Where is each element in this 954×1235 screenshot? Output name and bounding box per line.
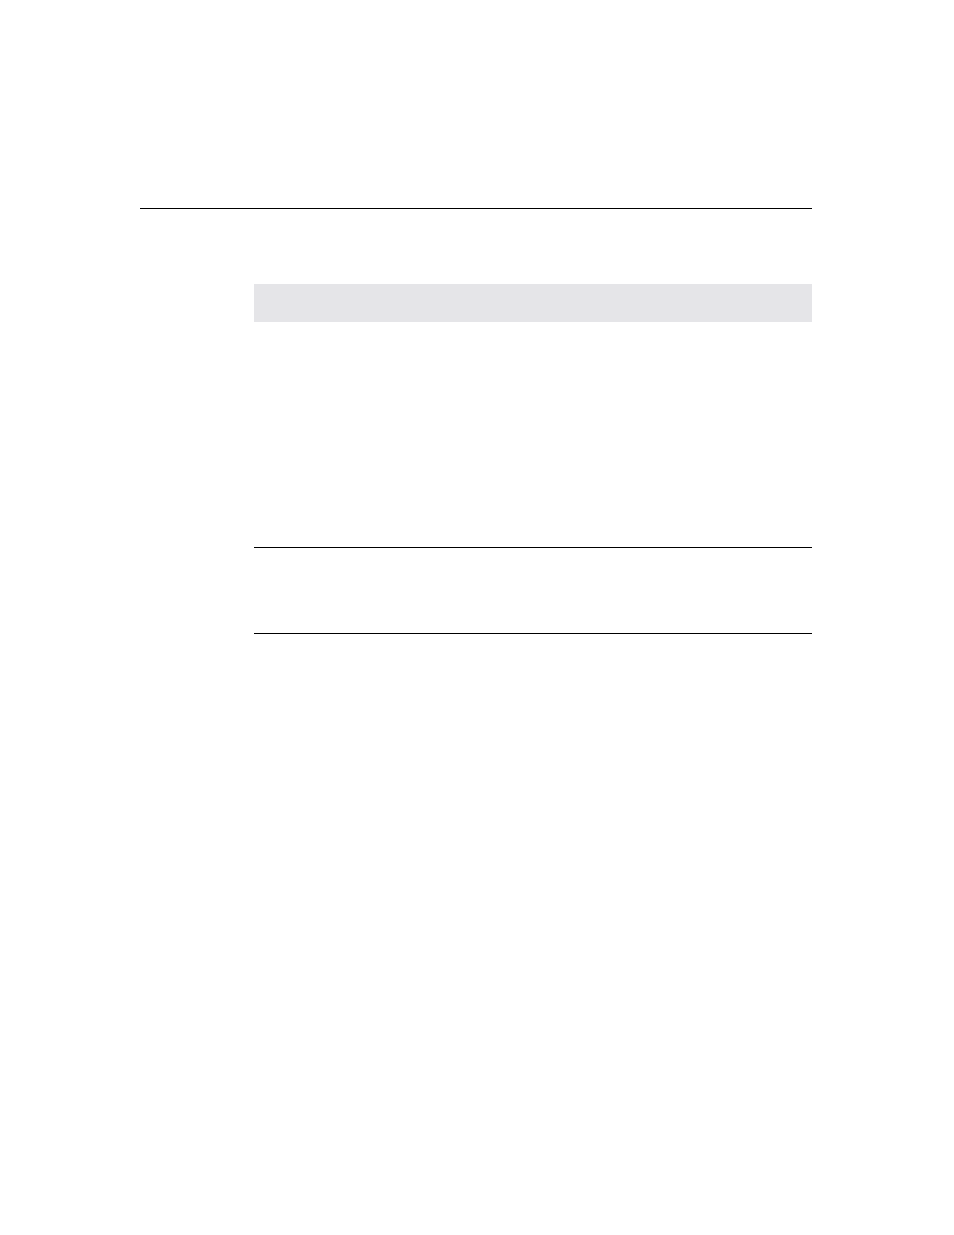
document-page: [0, 0, 954, 1235]
horizontal-rule-mid-1: [254, 547, 812, 548]
shaded-bar: [254, 284, 812, 322]
horizontal-rule-mid-2: [254, 633, 812, 634]
horizontal-rule-top: [140, 208, 812, 209]
